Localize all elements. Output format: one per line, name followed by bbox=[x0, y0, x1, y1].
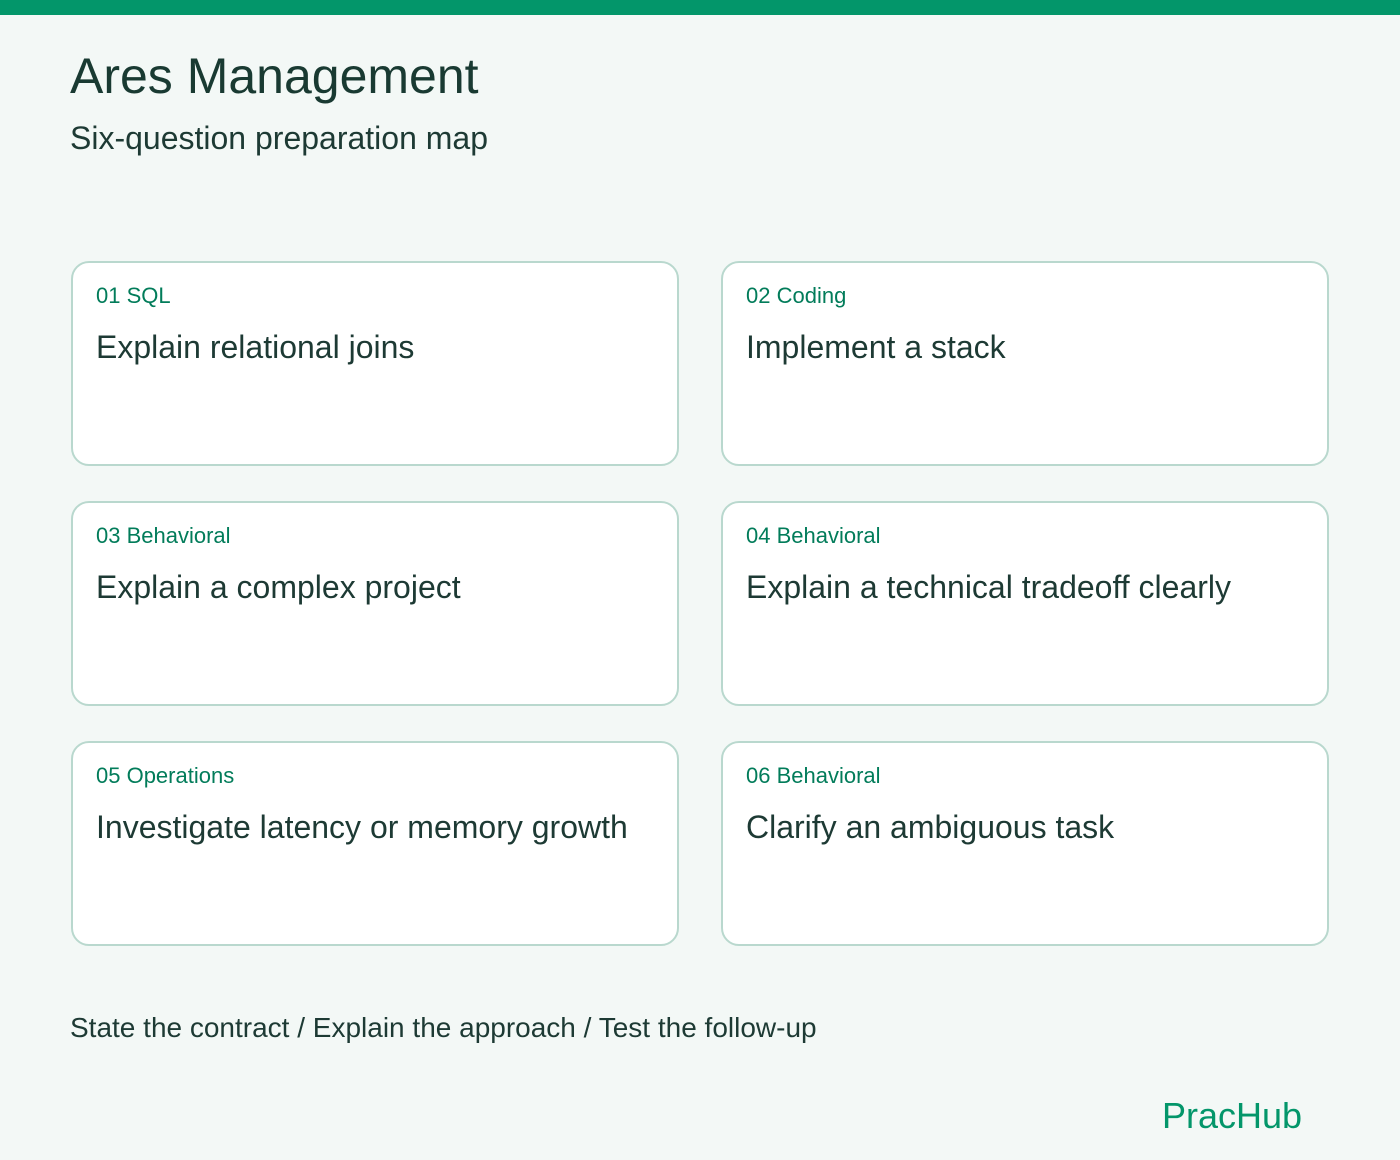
question-card-label: 06 Behavioral bbox=[746, 763, 881, 788]
question-card-text: Investigate latency or memory growth bbox=[96, 809, 628, 845]
question-card-label: 04 Behavioral bbox=[746, 523, 881, 548]
question-card-text: Implement a stack bbox=[746, 329, 1006, 365]
preparation-steps: State the contract / Explain the approac… bbox=[70, 1012, 817, 1043]
question-card-behavioral-1: 03 Behavioral Explain a complex project bbox=[71, 501, 679, 706]
question-card-behavioral-3: 06 Behavioral Clarify an ambiguous task bbox=[721, 741, 1329, 946]
top-accent-bar bbox=[0, 0, 1400, 15]
question-card-sql: 01 SQL Explain relational joins bbox=[71, 261, 679, 466]
question-card-text: Clarify an ambiguous task bbox=[746, 809, 1115, 845]
brand-logo-text: PracHub bbox=[1161, 1095, 1302, 1136]
question-card-text: Explain a technical tradeoff clearly bbox=[746, 569, 1232, 605]
question-card-label: 01 SQL bbox=[96, 283, 171, 308]
question-card-label: 05 Operations bbox=[96, 763, 235, 788]
question-card-label: 03 Behavioral bbox=[96, 523, 231, 548]
page-subtitle: Six-question preparation map bbox=[70, 120, 489, 156]
question-card-behavioral-2: 04 Behavioral Explain a technical tradeo… bbox=[721, 501, 1329, 706]
question-card-label: 02 Coding bbox=[746, 283, 847, 308]
question-card-operations: 05 Operations Investigate latency or mem… bbox=[71, 741, 679, 946]
page-title: Ares Management bbox=[70, 48, 479, 104]
question-card-coding: 02 Coding Implement a stack bbox=[721, 261, 1329, 466]
question-card-text: Explain relational joins bbox=[96, 329, 415, 365]
question-card-text: Explain a complex project bbox=[96, 569, 461, 605]
